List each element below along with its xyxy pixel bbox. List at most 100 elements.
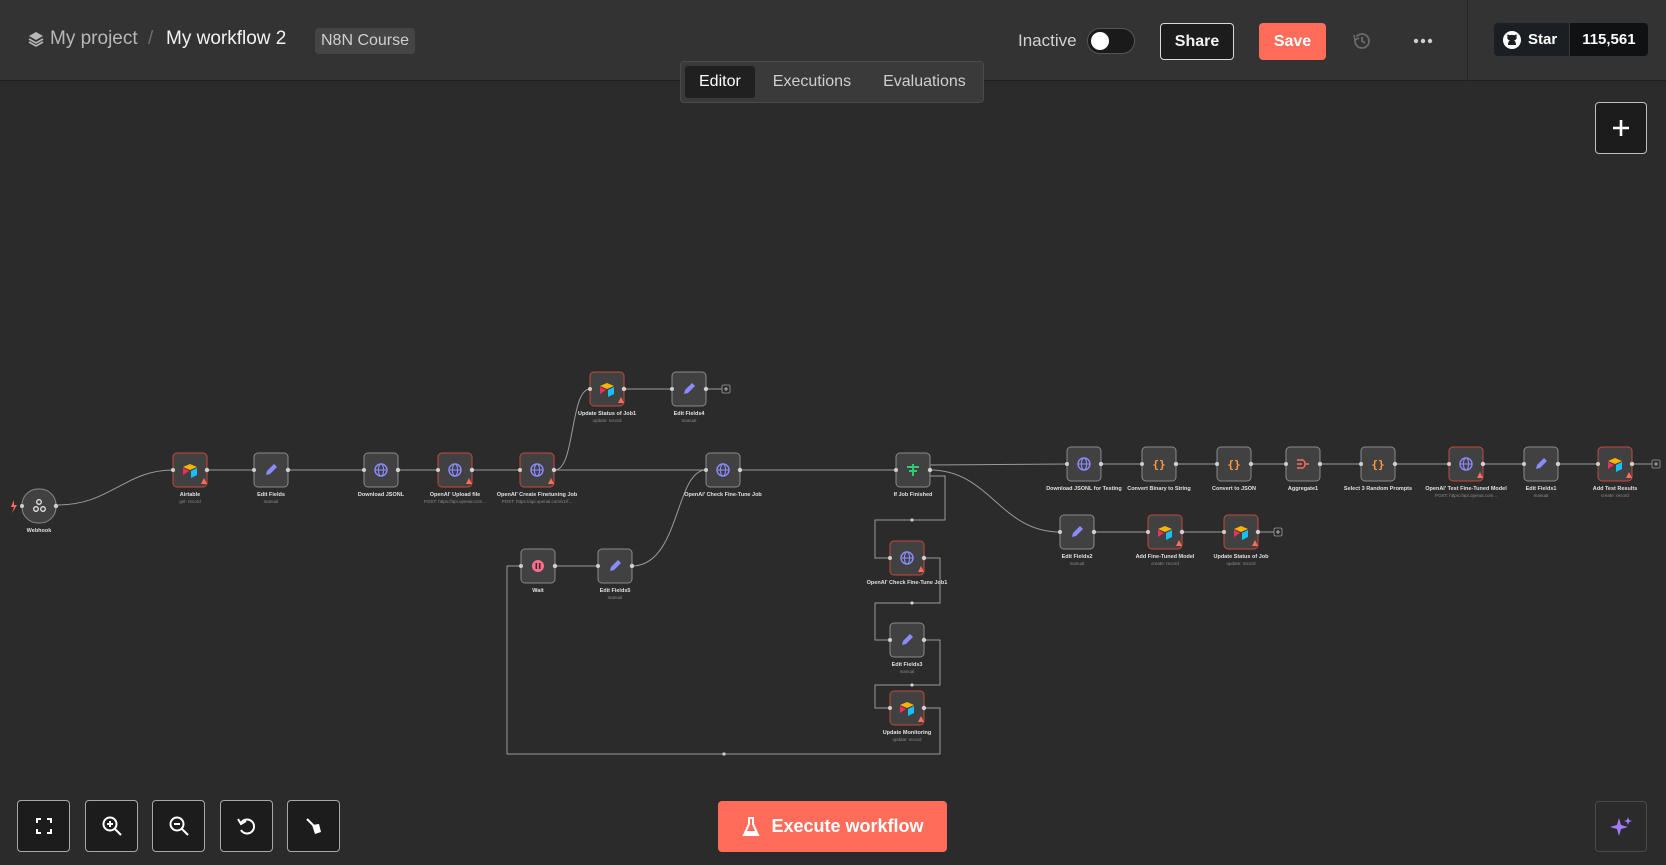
input-port[interactable] bbox=[362, 468, 366, 472]
output-port[interactable] bbox=[621, 386, 627, 392]
node-add-ft-model[interactable]: Add Fine-Tuned Modelcreate: record bbox=[1136, 514, 1195, 566]
input-port[interactable] bbox=[670, 387, 674, 391]
node-edit-fields4[interactable]: Edit Fields4manual bbox=[670, 371, 709, 423]
output-port[interactable] bbox=[1098, 461, 1104, 467]
node-if-job-finished[interactable]: If Job Finished bbox=[894, 452, 933, 498]
output-port[interactable] bbox=[703, 386, 709, 392]
input-port[interactable] bbox=[171, 468, 175, 472]
node-webhook[interactable]: Webhook bbox=[20, 488, 59, 534]
node-wait[interactable]: Wait bbox=[519, 548, 558, 594]
node-convert-json[interactable]: {} Convert to JSON bbox=[1212, 446, 1256, 492]
output-port[interactable] bbox=[285, 467, 291, 473]
node-edit-fields3[interactable]: Edit Fields3manual bbox=[888, 622, 927, 674]
output-port[interactable] bbox=[1091, 529, 1097, 535]
input-port[interactable] bbox=[1065, 462, 1069, 466]
node-add-test-results[interactable]: Add Test Resultscreate: record bbox=[1593, 446, 1638, 498]
input-port[interactable] bbox=[518, 468, 522, 472]
input-port[interactable] bbox=[1146, 530, 1150, 534]
output-port[interactable] bbox=[1255, 529, 1261, 535]
output-port[interactable] bbox=[1555, 461, 1561, 467]
output-port[interactable] bbox=[1179, 529, 1185, 535]
tab-evaluations[interactable]: Evaluations bbox=[869, 66, 980, 98]
output-port[interactable] bbox=[1629, 461, 1635, 467]
output-port[interactable] bbox=[1480, 461, 1486, 467]
output-port[interactable] bbox=[921, 555, 927, 561]
node-sublabel: get: record bbox=[179, 499, 201, 504]
input-port[interactable] bbox=[519, 564, 523, 568]
input-port[interactable] bbox=[252, 468, 256, 472]
node-edit-fields5[interactable]: Edit Fields5manual bbox=[596, 548, 635, 600]
output-port[interactable] bbox=[551, 467, 557, 473]
node-edit-fields2[interactable]: Edit Fields2manual bbox=[1058, 514, 1097, 566]
node-openai-upload[interactable]: OpenAI' Upload filePOST: https://api.ope… bbox=[424, 452, 486, 504]
add-node-button[interactable] bbox=[1595, 102, 1647, 154]
node-convert-binary[interactable]: {} Convert Binary to String bbox=[1127, 446, 1191, 492]
ai-assistant-button[interactable] bbox=[1595, 801, 1647, 852]
input-port[interactable] bbox=[894, 468, 898, 472]
node-update-status-job1[interactable]: Update Status of Job1update: record bbox=[578, 371, 636, 423]
node-openai-create-ft[interactable]: OpenAI' Create Finetuning JobPOST: https… bbox=[497, 452, 578, 504]
node-box[interactable] bbox=[1285, 446, 1321, 482]
output-port[interactable] bbox=[552, 563, 558, 569]
node-openai-check-ft1[interactable]: OpenAI' Check Fine-Tune Job1 bbox=[867, 540, 948, 586]
node-aggregate1[interactable]: Aggregate1 bbox=[1284, 446, 1323, 492]
output-port[interactable] bbox=[1248, 461, 1254, 467]
add-connection-handle[interactable] bbox=[1273, 527, 1283, 537]
input-port[interactable] bbox=[1522, 462, 1526, 466]
tab-executions[interactable]: Executions bbox=[759, 66, 865, 98]
input-port[interactable] bbox=[436, 468, 440, 472]
output-port[interactable] bbox=[921, 637, 927, 643]
tab-editor[interactable]: Editor bbox=[685, 66, 755, 98]
input-port[interactable] bbox=[1140, 462, 1144, 466]
node-update-monitoring[interactable]: Update Monitoringupdate: record bbox=[883, 690, 932, 742]
input-port[interactable] bbox=[1222, 530, 1226, 534]
output-port[interactable] bbox=[53, 503, 59, 509]
add-connection-handle[interactable] bbox=[721, 384, 731, 394]
node-openai-check-ft[interactable]: OpenAI' Check Fine-Tune Job bbox=[684, 452, 762, 498]
zoom-out-button[interactable] bbox=[152, 800, 205, 852]
input-port[interactable] bbox=[588, 387, 592, 391]
connection bbox=[506, 565, 941, 755]
output-port[interactable] bbox=[927, 467, 933, 473]
node-download-jsonl-test[interactable]: Download JSONL for Testing bbox=[1046, 446, 1122, 492]
node-edit-fields[interactable]: Edit Fieldsmanual bbox=[252, 452, 291, 504]
input-port[interactable] bbox=[596, 564, 600, 568]
output-port[interactable] bbox=[629, 563, 635, 569]
input-port[interactable] bbox=[888, 638, 892, 642]
node-label: Convert to JSON bbox=[1212, 486, 1256, 492]
node-sublabel: manual bbox=[1534, 493, 1549, 498]
input-port[interactable] bbox=[888, 556, 892, 560]
input-port[interactable] bbox=[1359, 462, 1363, 466]
fit-view-button[interactable] bbox=[17, 800, 70, 852]
output-port[interactable] bbox=[737, 467, 743, 473]
input-port[interactable] bbox=[1215, 462, 1219, 466]
input-port[interactable] bbox=[704, 468, 708, 472]
input-port[interactable] bbox=[1447, 462, 1451, 466]
output-port[interactable] bbox=[1173, 461, 1179, 467]
sparkle-icon bbox=[1610, 816, 1632, 836]
node-label: Wait bbox=[532, 588, 544, 594]
node-update-status-job[interactable]: Update Status of Jobupdate: record bbox=[1213, 514, 1269, 566]
node-openai-test-ft[interactable]: OpenAI' Test Fine-Tuned ModelPOST: https… bbox=[1425, 446, 1507, 498]
output-port[interactable] bbox=[1392, 461, 1398, 467]
input-port[interactable] bbox=[1058, 530, 1062, 534]
output-port[interactable] bbox=[921, 705, 927, 711]
input-port[interactable] bbox=[20, 504, 24, 508]
output-port[interactable] bbox=[1317, 461, 1323, 467]
zoom-in-button[interactable] bbox=[85, 800, 138, 852]
add-connection-handle[interactable] bbox=[1651, 459, 1661, 469]
execute-workflow-button[interactable]: Execute workflow bbox=[718, 801, 947, 852]
output-port[interactable] bbox=[395, 467, 401, 473]
input-port[interactable] bbox=[1596, 462, 1600, 466]
node-box[interactable] bbox=[21, 488, 57, 524]
node-airtable[interactable]: Airtableget: record bbox=[171, 452, 210, 504]
tidy-up-button[interactable] bbox=[287, 800, 340, 852]
input-port[interactable] bbox=[888, 706, 892, 710]
node-edit-fields1[interactable]: Edit Fields1manual bbox=[1522, 446, 1561, 498]
node-download-jsonl[interactable]: Download JSONL bbox=[358, 452, 405, 498]
output-port[interactable] bbox=[469, 467, 475, 473]
reset-zoom-button[interactable] bbox=[220, 800, 273, 852]
input-port[interactable] bbox=[1284, 462, 1288, 466]
output-port[interactable] bbox=[204, 467, 210, 473]
node-select-prompts[interactable]: {} Select 3 Random Prompts bbox=[1344, 446, 1412, 492]
